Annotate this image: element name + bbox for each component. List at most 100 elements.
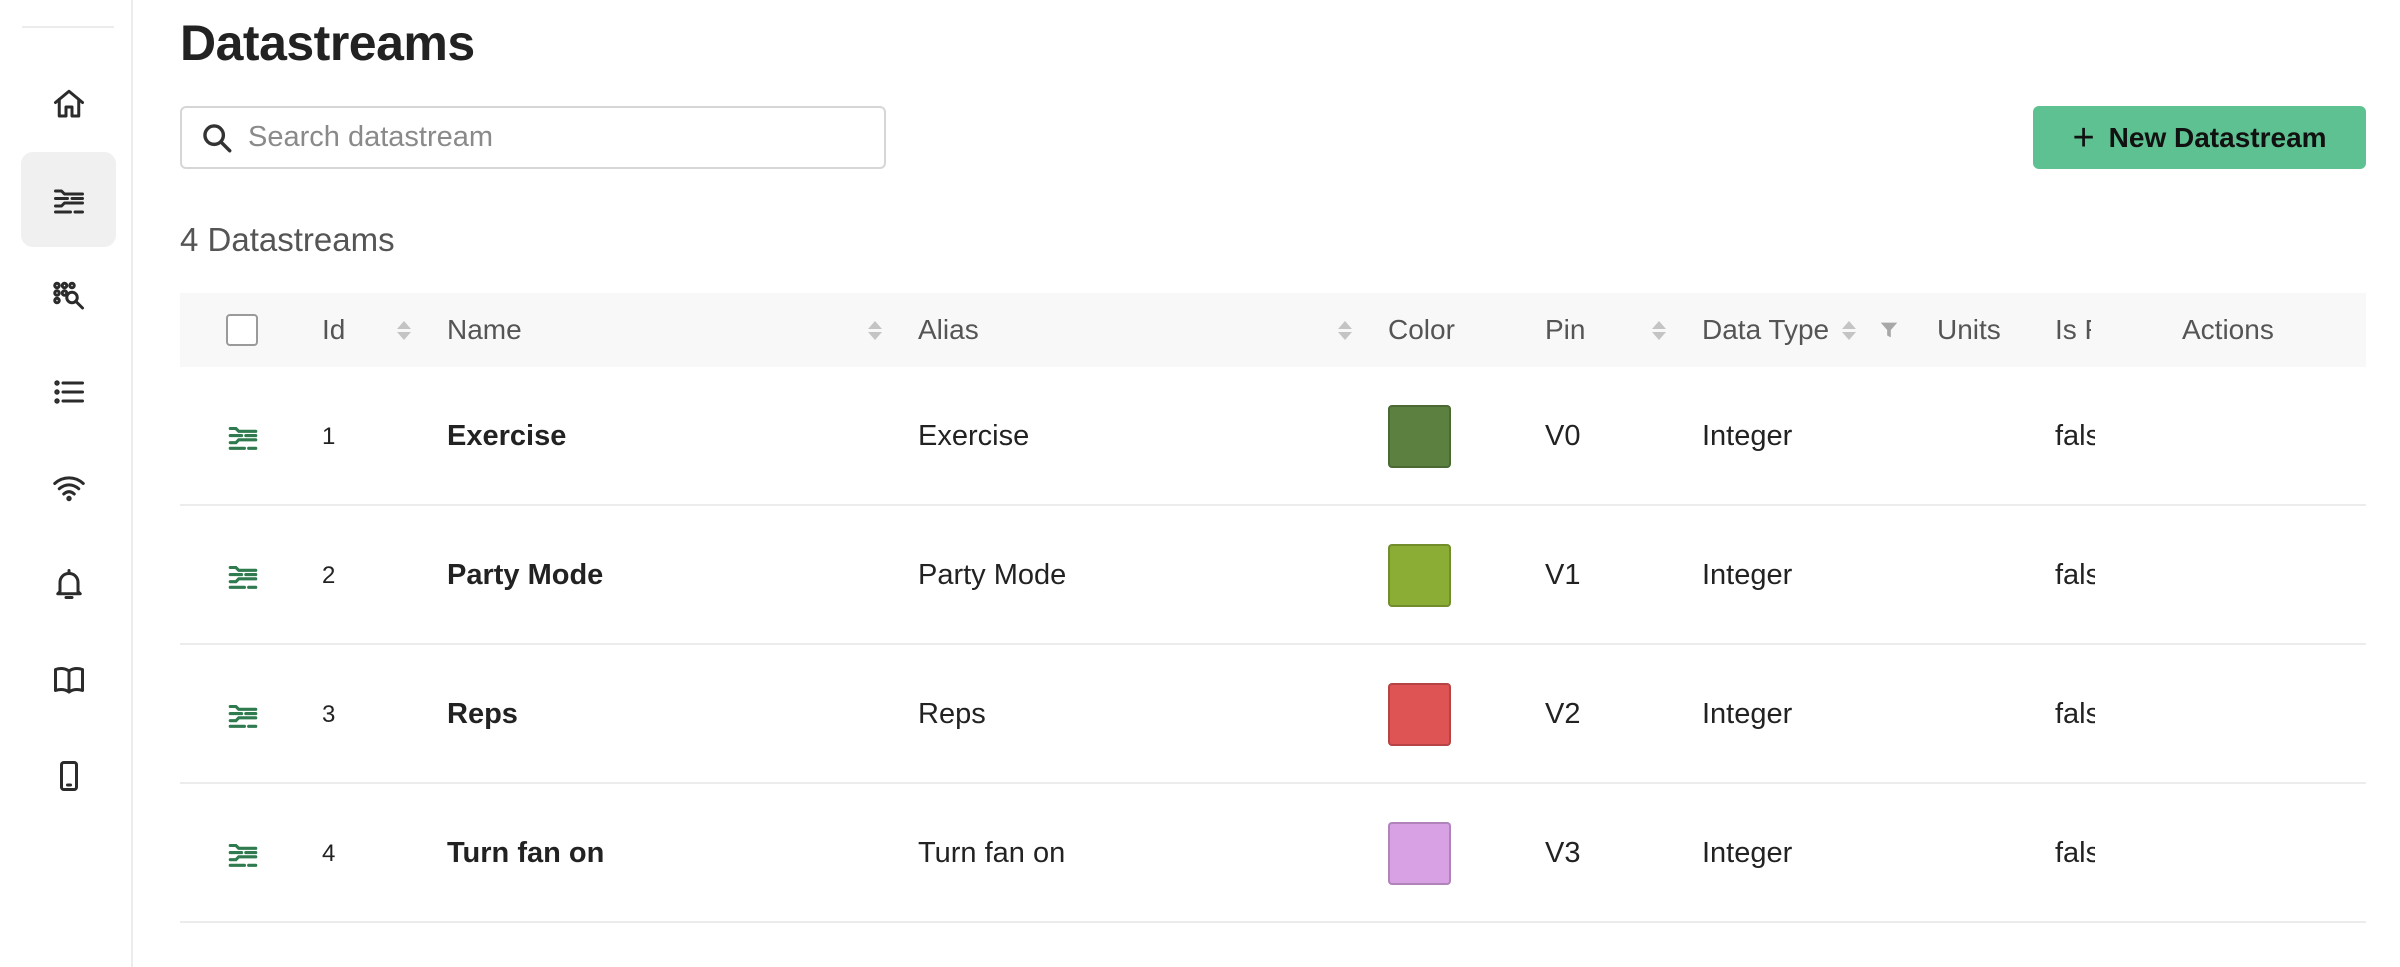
table-row[interactable]: 1 Exercise Exercise V0 Integer false (180, 367, 2366, 506)
search-icon (203, 123, 232, 152)
sidebar-item-datastreams[interactable] (21, 152, 116, 247)
column-header-alias[interactable]: Alias (918, 293, 979, 367)
cell-is-raw-value: false (2055, 837, 2095, 869)
cell-name[interactable]: Party Mode (447, 506, 603, 645)
column-header-actions: Actions (2182, 293, 2274, 367)
color-swatch (1388, 822, 1451, 885)
cell-data-type: Integer (1702, 420, 1793, 452)
cell-alias: Turn fan on (918, 837, 1066, 869)
datastream-row-icon (226, 367, 260, 506)
column-header-color: Color (1388, 293, 1455, 367)
cell-name[interactable]: Turn fan on (447, 784, 604, 923)
cell-id: 3 (322, 700, 336, 728)
sidebar (0, 0, 133, 967)
cell-alias: Exercise (918, 420, 1030, 452)
color-swatch (1388, 544, 1451, 607)
datastream-row-icon (226, 784, 260, 923)
new-datastream-button[interactable]: + New Datastream (2033, 106, 2366, 169)
mobile-icon (59, 760, 78, 791)
column-header-alias-label: Alias (918, 314, 979, 345)
cell-name[interactable]: Reps (447, 645, 518, 784)
cell-data-type: Integer (1702, 698, 1793, 730)
column-header-data-type[interactable]: Data Type (1702, 293, 1829, 367)
automation-icon (52, 281, 84, 309)
table-body: 1 Exercise Exercise V0 Integer false 2 P… (180, 367, 2366, 923)
cell-is-raw: false (2055, 784, 2095, 923)
cell-is-raw-value: false (2055, 559, 2095, 591)
sidebar-item-docs[interactable] (21, 632, 116, 727)
color-swatch (1388, 405, 1451, 468)
column-header-id-label: Id (322, 314, 346, 345)
cell-pin: V2 (1545, 698, 1581, 730)
sort-id-icon[interactable] (397, 293, 411, 367)
cell-id: 4 (322, 839, 336, 867)
column-header-is-raw-label: Is Raw (2055, 314, 2091, 345)
wifi-icon (52, 475, 85, 501)
cell-pin: V1 (1545, 559, 1581, 591)
datastream-count: 4 Datastreams (180, 221, 395, 258)
cell-data-type: Integer (1702, 559, 1793, 591)
color-swatch (1388, 683, 1451, 746)
sidebar-item-home[interactable] (21, 56, 116, 151)
cell-pin: V0 (1545, 420, 1581, 452)
sort-name-icon[interactable] (868, 293, 882, 367)
cell-data-type: Integer (1702, 837, 1793, 869)
cell-alias: Reps (918, 698, 986, 730)
sidebar-item-list[interactable] (21, 344, 116, 439)
page-title: Datastreams (180, 15, 475, 71)
table-row[interactable]: 4 Turn fan on Turn fan on V3 Integer fal… (180, 784, 2366, 923)
sort-data-type-icon[interactable] (1842, 293, 1856, 367)
cell-color (1388, 784, 1451, 923)
cell-name[interactable]: Exercise (447, 367, 566, 506)
table-row[interactable]: 3 Reps Reps V2 Integer false (180, 645, 2366, 784)
column-header-pin[interactable]: Pin (1545, 293, 1585, 367)
cell-id: 1 (322, 422, 336, 450)
search-box[interactable] (180, 106, 886, 169)
column-header-color-label: Color (1388, 314, 1455, 345)
column-header-is-raw: Is Raw (2055, 293, 2091, 367)
app: Datastreams + New Datastream 4 Datastrea… (0, 0, 2400, 967)
sort-pin-icon[interactable] (1652, 293, 1666, 367)
cell-color (1388, 367, 1451, 506)
cell-is-raw: false (2055, 645, 2095, 784)
datastream-icon (228, 426, 258, 450)
column-header-units: Units (1937, 293, 2001, 367)
cell-id: 2 (322, 561, 336, 589)
search-input[interactable] (248, 121, 848, 154)
column-header-name[interactable]: Name (447, 293, 522, 367)
cell-is-raw-value: false (2055, 420, 2095, 452)
column-header-name-label: Name (447, 314, 522, 345)
datastreams-table: Id Name Alias Color Pin Data Type Units … (180, 293, 2366, 923)
sort-alias-icon[interactable] (1338, 293, 1352, 367)
table-row[interactable]: 2 Party Mode Party Mode V1 Integer false (180, 506, 2366, 645)
datastream-icon (228, 565, 258, 589)
cell-color (1388, 506, 1451, 645)
bell-icon (55, 568, 82, 599)
datastream-icon (228, 843, 258, 867)
column-header-units-label: Units (1937, 314, 2001, 345)
sidebar-item-automations[interactable] (21, 248, 116, 343)
cell-is-raw-value: false (2055, 698, 2095, 730)
plus-icon: + (2072, 116, 2095, 159)
main-content: Datastreams + New Datastream 4 Datastrea… (180, 0, 2366, 967)
datastream-row-icon (226, 506, 260, 645)
column-header-data-type-label: Data Type (1702, 314, 1830, 345)
cell-is-raw: false (2055, 367, 2095, 506)
cell-alias: Party Mode (918, 559, 1067, 591)
home-icon (53, 89, 84, 117)
column-header-id[interactable]: Id (322, 293, 345, 367)
sidebar-divider (22, 26, 114, 28)
book-icon (53, 666, 84, 693)
cell-is-raw: false (2055, 506, 2095, 645)
filter-data-type-icon[interactable] (1878, 293, 1900, 367)
table-header: Id Name Alias Color Pin Data Type Units … (180, 293, 2366, 367)
sidebar-item-mobile[interactable] (21, 728, 116, 823)
column-header-actions-label: Actions (2182, 314, 2274, 345)
datastreams-icon (53, 189, 84, 213)
datastream-row-icon (226, 645, 260, 784)
sidebar-item-connectivity[interactable] (21, 440, 116, 535)
select-all-checkbox[interactable] (226, 314, 258, 346)
cell-color (1388, 645, 1451, 784)
cell-pin: V3 (1545, 837, 1581, 869)
sidebar-item-notifications[interactable] (21, 536, 116, 631)
